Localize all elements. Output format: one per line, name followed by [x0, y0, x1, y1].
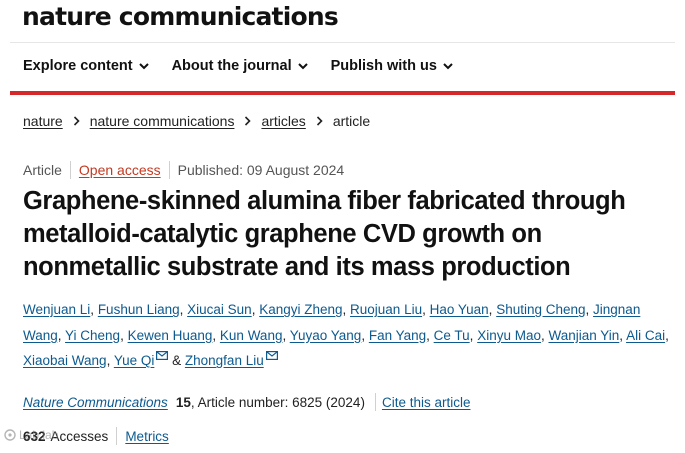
email-icon[interactable] [265, 351, 278, 360]
chevron-right-icon [245, 116, 252, 126]
author-link[interactable]: Wanjian Yin [549, 328, 620, 343]
metrics-divider [116, 427, 118, 445]
watermark-text: Lab.lab [19, 428, 59, 442]
breadcrumb-current: article [332, 113, 371, 129]
nav-about-journal-label: About the journal [171, 58, 292, 74]
breadcrumb-link-nature-communications[interactable]: nature communications [90, 113, 235, 129]
metrics-link[interactable]: Metrics [125, 429, 169, 444]
author-link[interactable]: Zhongfan Liu [185, 353, 264, 368]
nav-about-journal[interactable]: About the journal [172, 58, 309, 74]
open-access-link[interactable]: Open access [79, 162, 161, 178]
chevron-down-icon [138, 63, 149, 70]
nav-publish-with-us-label: Publish with us [330, 58, 437, 74]
journal-brand-logo[interactable]: nature communications [22, 2, 339, 31]
author-link[interactable]: Kun Wang [220, 328, 283, 343]
author-link[interactable]: Fushun Liang [98, 302, 180, 317]
main-nav: Explore content About the journal Publis… [23, 58, 454, 74]
nav-explore-content-label: Explore content [23, 58, 133, 74]
article-number: , Article number: 6825 (2024) [190, 394, 365, 410]
chevron-down-icon [443, 63, 453, 70]
article-meta: Article Open access Published: 09 August… [23, 161, 344, 179]
citation-line: Nature Communications 15 , Article numbe… [23, 393, 470, 411]
author-link[interactable]: Kangyi Zheng [259, 302, 342, 317]
watermark: Lab.lab [4, 428, 58, 442]
breadcrumb-link-articles[interactable]: articles [261, 113, 305, 129]
meta-divider [168, 161, 170, 179]
chevron-down-icon [297, 63, 308, 70]
author-link[interactable]: Yuyao Yang [290, 328, 362, 343]
cite-this-article-link[interactable]: Cite this article [382, 395, 471, 410]
author-link[interactable]: Ruojuan Liu [350, 302, 422, 317]
watermark-logo-icon [4, 429, 16, 441]
article-title: Graphene-skinned alumina fiber fabricate… [23, 187, 626, 281]
published-date: Published: 09 August 2024 [177, 162, 345, 178]
chevron-right-icon [316, 116, 323, 126]
author-link[interactable]: Hao Yuan [430, 302, 489, 317]
accesses-label: Accesses [50, 428, 109, 444]
author-link[interactable]: Yue Qi [114, 353, 155, 368]
nav-divider [10, 42, 675, 43]
accent-red-bar [10, 91, 675, 95]
author-link[interactable]: Ali Cai [626, 328, 665, 343]
author-link[interactable]: Kewen Huang [128, 328, 213, 343]
breadcrumb: nature nature communications articles ar… [23, 113, 370, 129]
author-link[interactable]: Yi Cheng [65, 328, 120, 343]
chevron-right-icon [73, 116, 80, 126]
author-link[interactable]: Xiaobai Wang [23, 353, 107, 368]
meta-divider [69, 161, 71, 179]
volume-number: 15 [175, 394, 191, 410]
author-link[interactable]: Xinyu Mao [477, 328, 541, 343]
author-link[interactable]: Ce Tu [434, 328, 470, 343]
email-icon[interactable] [156, 351, 169, 360]
nav-publish-with-us[interactable]: Publish with us [331, 58, 454, 74]
author-list: Wenjuan Li, Fushun Liang, Xiucai Sun, Ka… [23, 302, 669, 368]
citation-divider [374, 393, 376, 411]
authors-and: & [172, 353, 182, 368]
nav-explore-content[interactable]: Explore content [23, 58, 150, 74]
author-link[interactable]: Wenjuan Li [23, 302, 90, 317]
breadcrumb-link-nature[interactable]: nature [23, 113, 63, 129]
author-link[interactable]: Xiucai Sun [187, 302, 252, 317]
author-link[interactable]: Shuting Cheng [496, 302, 585, 317]
journal-link[interactable]: Nature Communications [23, 395, 168, 410]
author-link[interactable]: Fan Yang [369, 328, 426, 343]
article-type: Article [23, 162, 62, 178]
